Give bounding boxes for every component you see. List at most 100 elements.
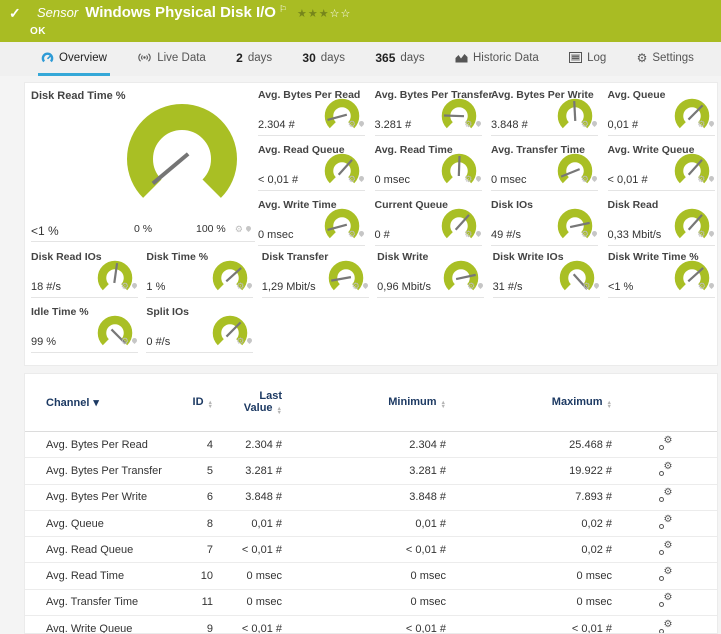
cell-channel: Avg. Read Queue (25, 544, 191, 556)
gauge-settings-icon[interactable] (464, 114, 472, 132)
column-header-channel[interactable]: Channel (25, 396, 191, 409)
gauge-pin-icon[interactable] (362, 281, 369, 288)
gauge-pin-icon[interactable] (358, 119, 365, 126)
cell-maximum: < 0,01 # (446, 623, 612, 634)
gauge-pin-icon[interactable] (358, 229, 365, 236)
tab-2-days[interactable]: 2 days (233, 42, 275, 76)
channel-value: 1,29 Mbit/s (262, 281, 316, 293)
channel-value: 0 msec (375, 174, 410, 186)
gauge-pin-icon[interactable] (708, 281, 715, 288)
edit-channel-icon[interactable] (658, 463, 673, 476)
gauges-panel: Disk Read Time % 0 % 100 % <1 % Avg. Byt… (24, 82, 718, 366)
gauge-settings-icon[interactable] (236, 276, 244, 294)
column-header-minimum[interactable]: Minimum (282, 396, 446, 410)
gauge-settings-icon[interactable] (581, 224, 589, 242)
cell-id: 10 (191, 570, 213, 582)
table-row[interactable]: Avg. Transfer Time 11 0 msec 0 msec 0 ms… (25, 590, 717, 616)
edit-channel-icon[interactable] (658, 568, 673, 581)
gauge-settings-icon[interactable] (348, 169, 356, 187)
tab-365-days[interactable]: 365 days (372, 42, 427, 76)
tab-label: days (248, 52, 272, 64)
cell-maximum: 0,02 # (446, 544, 612, 556)
gauge-pin-icon[interactable] (131, 281, 138, 288)
edit-channel-icon[interactable] (658, 621, 673, 634)
gauge-settings-icon[interactable] (581, 114, 589, 132)
edit-channel-icon[interactable] (658, 437, 673, 450)
tab-log[interactable]: Log (566, 42, 609, 76)
gauge-settings-icon[interactable] (235, 219, 243, 237)
edit-channel-icon[interactable] (658, 542, 673, 555)
tab-30-days[interactable]: 30 days (299, 42, 348, 76)
sensor-title-line: Sensor Windows Physical Disk I/O ⚐ ★★★☆☆ (37, 4, 351, 21)
gauge-pin-icon[interactable] (474, 229, 481, 236)
column-header-channel-label: Channel (46, 397, 89, 409)
gauge-settings-icon[interactable] (464, 169, 472, 187)
column-header-last-value[interactable]: Last Value (213, 390, 282, 416)
star-filled-icon[interactable]: ★ (297, 8, 308, 20)
channel-value: 1 % (146, 281, 165, 293)
gauge-pin-icon[interactable] (707, 119, 714, 126)
table-row[interactable]: Avg. Bytes Per Read 4 2.304 # 2.304 # 25… (25, 432, 717, 458)
gauge-pin-icon[interactable] (707, 174, 714, 181)
gauge-settings-icon[interactable] (348, 114, 356, 132)
gauge-pin-icon[interactable] (246, 336, 253, 343)
gauge-settings-icon[interactable] (352, 276, 360, 294)
column-header-maximum-label: Maximum (552, 396, 603, 408)
gauge-pin-icon[interactable] (593, 281, 600, 288)
channel-value: 18 #/s (31, 281, 61, 293)
channel-value: < 0,01 # (258, 174, 298, 186)
gauge-pin-icon[interactable] (131, 336, 138, 343)
channel-gauge-tile: Avg. Queue 0,01 # (608, 87, 715, 136)
star-filled-icon[interactable]: ★ (308, 8, 319, 20)
star-empty-icon[interactable]: ☆ (330, 8, 341, 20)
gauge-settings-icon[interactable] (464, 224, 472, 242)
table-row[interactable]: Avg. Bytes Per Write 6 3.848 # 3.848 # 7… (25, 485, 717, 511)
gauge-settings-icon[interactable] (121, 276, 129, 294)
gauge-pin-icon[interactable] (246, 281, 253, 288)
table-row[interactable]: Avg. Queue 8 0,01 # 0,01 # 0,02 # (25, 511, 717, 537)
channel-gauge-tile: Split IOs 0 #/s (146, 304, 253, 353)
gauge-settings-icon[interactable] (236, 331, 244, 349)
gauge-settings-icon[interactable] (467, 276, 475, 294)
gauge-settings-icon[interactable] (121, 331, 129, 349)
table-row[interactable]: Avg. Read Time 10 0 msec 0 msec 0 msec (25, 563, 717, 589)
gauge-settings-icon[interactable] (697, 169, 705, 187)
channel-gauge-tile: Disk Write IOs 31 #/s (493, 249, 600, 298)
gauge-pin-icon[interactable] (707, 229, 714, 236)
gauge-grid-main: Avg. Bytes Per Read 2.304 # Avg. Bytes P… (258, 87, 721, 252)
gauge-pin-icon[interactable] (474, 174, 481, 181)
table-row[interactable]: Avg. Read Queue 7 < 0,01 # < 0,01 # 0,02… (25, 537, 717, 563)
gauge-settings-icon[interactable] (697, 114, 705, 132)
edit-channel-icon[interactable] (658, 489, 673, 502)
gauge-pin-icon[interactable] (245, 224, 252, 231)
channel-gauge-tile: Avg. Write Queue < 0,01 # (608, 142, 715, 191)
column-header-minimum-label: Minimum (388, 396, 436, 408)
gauge-settings-icon[interactable] (698, 276, 706, 294)
gauge-pin-icon[interactable] (591, 229, 598, 236)
gauge-settings-icon[interactable] (697, 224, 705, 242)
tab-live-data[interactable]: Live Data (134, 42, 209, 76)
edit-channel-icon[interactable] (658, 594, 673, 607)
tab-overview[interactable]: Overview (38, 42, 110, 76)
gauge-pin-icon[interactable] (358, 174, 365, 181)
column-header-maximum[interactable]: Maximum (446, 396, 612, 410)
gauge-settings-icon[interactable] (582, 276, 590, 294)
table-row[interactable]: Avg. Write Queue 9 < 0,01 # < 0,01 # < 0… (25, 616, 717, 634)
gauge-settings-icon[interactable] (348, 224, 356, 242)
tab-settings[interactable]: ⚙ Settings (634, 42, 697, 76)
star-empty-icon[interactable]: ☆ (341, 8, 352, 20)
gauge-pin-icon[interactable] (477, 281, 484, 288)
gauge-pin-icon[interactable] (591, 174, 598, 181)
gauge-pin-icon[interactable] (591, 119, 598, 126)
channel-value: 31 #/s (493, 281, 523, 293)
gauge-pin-icon[interactable] (474, 119, 481, 126)
star-filled-icon[interactable]: ★ (319, 8, 330, 20)
gauge-settings-icon[interactable] (581, 169, 589, 187)
cell-id: 4 (191, 439, 213, 451)
table-row[interactable]: Avg. Bytes Per Transfer 5 3.281 # 3.281 … (25, 458, 717, 484)
edit-channel-icon[interactable] (658, 516, 673, 529)
tab-historic-data[interactable]: Historic Data (452, 42, 542, 76)
channel-gauge-tile: Avg. Read Time 0 msec (375, 142, 482, 191)
column-header-id[interactable]: ID (191, 396, 213, 410)
live-icon (137, 52, 152, 63)
